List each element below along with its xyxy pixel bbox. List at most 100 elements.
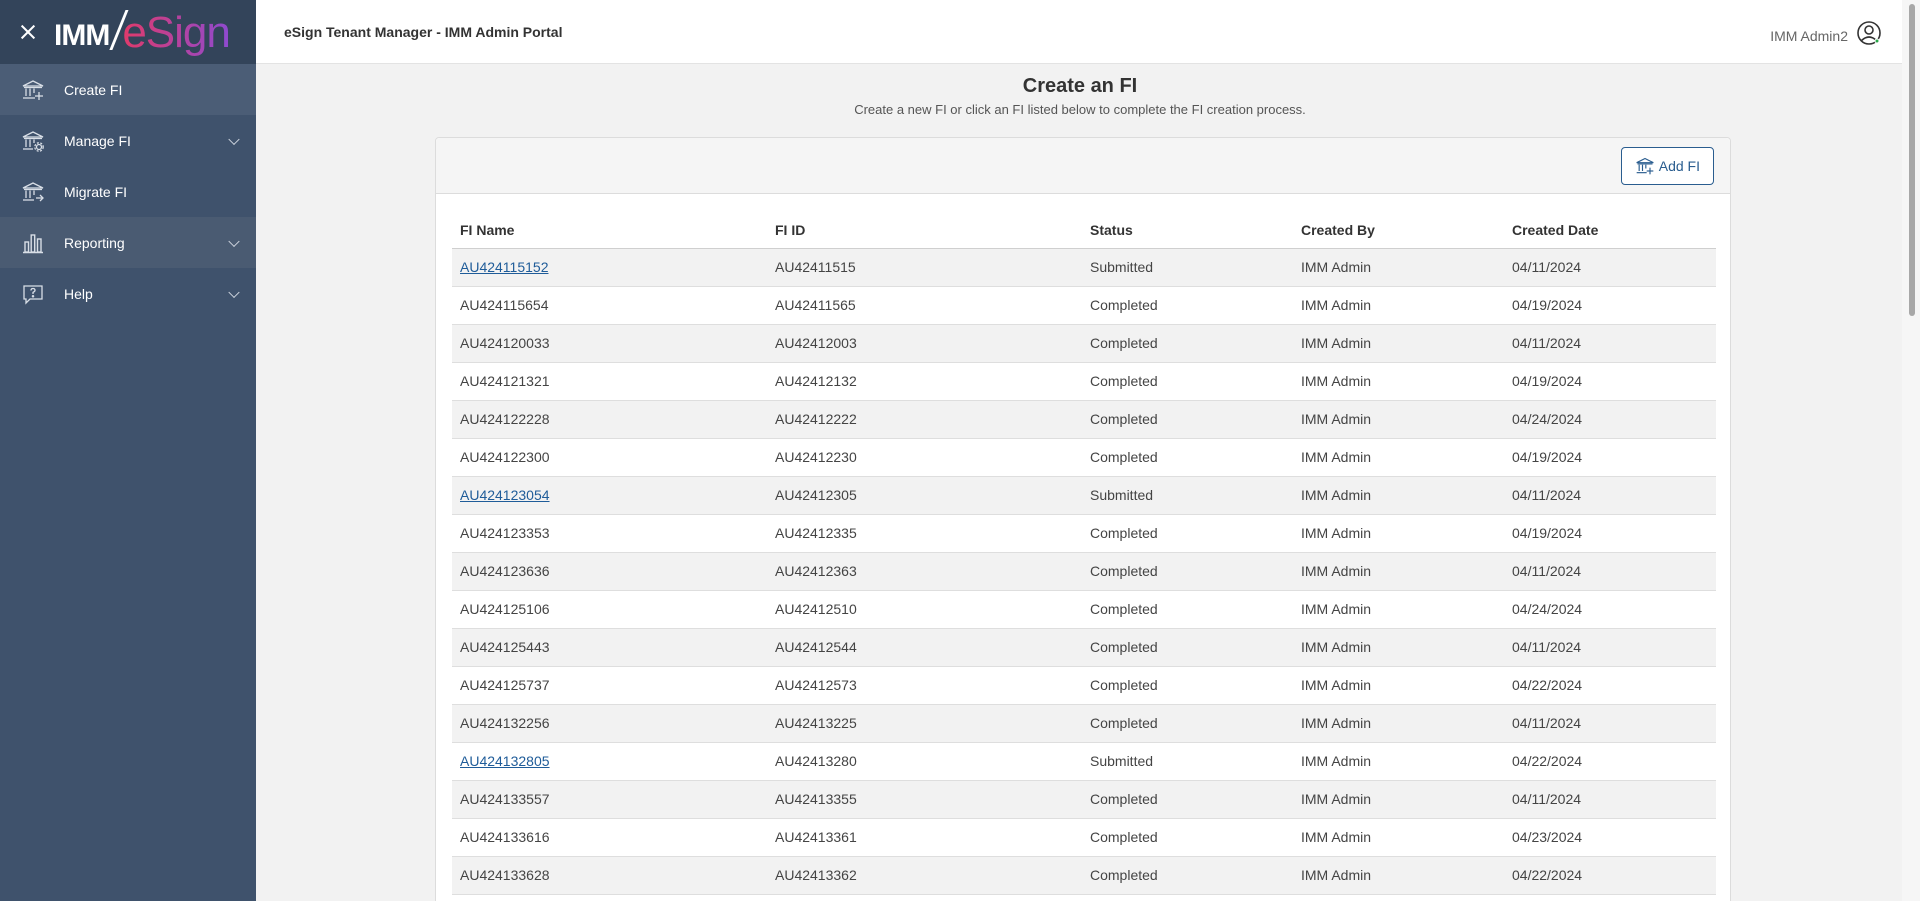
user-menu[interactable]: IMM Admin2	[1770, 20, 1882, 51]
cell-fi-id: AU42412363	[767, 552, 1082, 591]
cell-created-by: IMM Admin	[1293, 666, 1504, 705]
cell-status: Completed	[1082, 362, 1293, 401]
table-row[interactable]: AU424132805 AU42413280 Submitted IMM Admin 0…	[452, 742, 1716, 781]
cell-created-date: 04/11/2024	[1504, 704, 1716, 743]
cell-fi-id: AU42413225	[767, 704, 1082, 743]
cell-fi-name: AU424133616	[452, 818, 767, 857]
cell-created-by: IMM Admin	[1293, 628, 1504, 667]
table-header-row: FI Name FI ID Status Created By Created …	[452, 212, 1716, 249]
cell-fi-name: AU424122300	[452, 438, 767, 477]
user-avatar-icon[interactable]	[1856, 20, 1882, 51]
table-row: AU424122228 AU42412222 Completed IMM Admin 0…	[452, 400, 1716, 439]
table-row: AU424133557 AU42413355 Completed IMM Admin 0…	[452, 780, 1716, 819]
cell-created-by: IMM Admin	[1293, 248, 1504, 287]
cell-created-by: IMM Admin	[1293, 438, 1504, 477]
cell-created-date: 04/11/2024	[1504, 780, 1716, 819]
fi-list-card: Add FI FI Name FI ID Status Created By C…	[435, 137, 1731, 901]
cell-fi-id: AU42413361	[767, 818, 1082, 857]
cell-fi-id: AU42412305	[767, 476, 1082, 515]
cell-created-by: IMM Admin	[1293, 286, 1504, 325]
cell-created-by: IMM Admin	[1293, 552, 1504, 591]
cell-fi-id: AU42412230	[767, 438, 1082, 477]
chevron-down-icon	[228, 235, 240, 247]
cell-created-date: 04/19/2024	[1504, 286, 1716, 325]
table-row: AU424123636 AU42412363 Completed IMM Admin 0…	[452, 552, 1716, 591]
cell-fi-name: AU424115654	[452, 286, 767, 325]
cell-fi-id: AU42412335	[767, 514, 1082, 553]
sidebar-item-help[interactable]: Help	[0, 268, 256, 319]
column-header-fi-id[interactable]: FI ID	[767, 212, 1082, 249]
sidebar-item-manage-fi[interactable]: Manage FI	[0, 115, 256, 166]
fi-name-link[interactable]: AU424132805	[460, 753, 550, 769]
cell-created-by: IMM Admin	[1293, 818, 1504, 857]
table-row: AU424133628 AU42413362 Completed IMM Admin 0…	[452, 856, 1716, 895]
cell-fi-name: AU424123353	[452, 514, 767, 553]
fi-table: FI Name FI ID Status Created By Created …	[452, 212, 1716, 895]
fi-name-link[interactable]: AU424123054	[460, 487, 550, 503]
cell-created-date: 04/11/2024	[1504, 552, 1716, 591]
cell-status: Completed	[1082, 286, 1293, 325]
scrollbar-thumb[interactable]	[1909, 4, 1915, 316]
cell-created-date: 04/19/2024	[1504, 438, 1716, 477]
add-fi-button[interactable]: Add FI	[1620, 147, 1714, 185]
page-subtitle: Create a new FI or click an FI listed be…	[854, 102, 1306, 117]
column-header-status[interactable]: Status	[1082, 212, 1293, 249]
bank-arrow-icon	[20, 179, 46, 205]
table-row[interactable]: AU424115152 AU42411515 Submitted IMM Admin 0…	[452, 248, 1716, 287]
cell-created-date: 04/22/2024	[1504, 742, 1716, 781]
cell-fi-name: AU424132256	[452, 704, 767, 743]
cell-fi-name: AU424125737	[452, 666, 767, 705]
cell-status: Completed	[1082, 780, 1293, 819]
cell-created-by: IMM Admin	[1293, 362, 1504, 401]
cell-status: Submitted	[1082, 742, 1293, 781]
sidebar-item-migrate-fi[interactable]: Migrate FI	[0, 166, 256, 217]
cell-status: Completed	[1082, 628, 1293, 667]
sidebar-item-create-fi[interactable]: Create FI	[0, 64, 256, 115]
cell-status: Submitted	[1082, 476, 1293, 515]
cell-status: Completed	[1082, 514, 1293, 553]
cell-created-date: 04/11/2024	[1504, 628, 1716, 667]
cell-fi-id: AU42413280	[767, 742, 1082, 781]
card-toolbar: Add FI	[436, 138, 1730, 194]
cell-fi-name: AU424133557	[452, 780, 767, 819]
chevron-down-icon	[228, 286, 240, 298]
cell-created-date: 04/11/2024	[1504, 476, 1716, 515]
cell-fi-name: AU424120033	[452, 324, 767, 363]
cell-fi-id: AU42412222	[767, 400, 1082, 439]
page-scrollbar[interactable]	[1902, 0, 1920, 901]
sidebar-item-label: Reporting	[64, 234, 125, 251]
column-header-fi-name[interactable]: FI Name	[452, 212, 767, 249]
cell-fi-name: AU424123636	[452, 552, 767, 591]
table-row[interactable]: AU424123054 AU42412305 Submitted IMM Admin 0…	[452, 476, 1716, 515]
cell-status: Completed	[1082, 552, 1293, 591]
cell-status: Completed	[1082, 324, 1293, 363]
cell-created-date: 04/11/2024	[1504, 248, 1716, 287]
close-icon[interactable]	[20, 24, 36, 40]
fi-name-link[interactable]: AU424115152	[460, 259, 548, 275]
sidebar-item-label: Migrate FI	[64, 183, 128, 200]
app-title: eSign Tenant Manager - IMM Admin Portal	[284, 23, 563, 40]
table-row: AU424120033 AU42412003 Completed IMM Admin 0…	[452, 324, 1716, 363]
cell-created-by: IMM Admin	[1293, 476, 1504, 515]
table-body: AU424115152 AU42411515 Submitted IMM Admin 0…	[452, 248, 1716, 895]
cell-fi-name: AU424125106	[452, 590, 767, 629]
table-row: AU424121321 AU42412132 Completed IMM Admin 0…	[452, 362, 1716, 401]
cell-status: Completed	[1082, 818, 1293, 857]
cell-fi-id: AU42412544	[767, 628, 1082, 667]
cell-status: Completed	[1082, 856, 1293, 895]
cell-created-by: IMM Admin	[1293, 780, 1504, 819]
sidebar-item-reporting[interactable]: Reporting	[0, 217, 256, 268]
cell-created-date: 04/24/2024	[1504, 590, 1716, 629]
cell-fi-name: AU424125443	[452, 628, 767, 667]
table-row: AU424122300 AU42412230 Completed IMM Admin 0…	[452, 438, 1716, 477]
cell-fi-id: AU42412510	[767, 590, 1082, 629]
bar-chart-icon	[20, 230, 46, 256]
cell-fi-id: AU42412573	[767, 666, 1082, 705]
table-row: AU424115654 AU42411565 Completed IMM Admin 0…	[452, 286, 1716, 325]
sidebar-item-label: Manage FI	[64, 132, 131, 149]
column-header-created-by[interactable]: Created By	[1293, 212, 1504, 249]
cell-created-date: 04/24/2024	[1504, 400, 1716, 439]
cell-fi-name: AU424121321	[452, 362, 767, 401]
cell-status: Completed	[1082, 666, 1293, 705]
column-header-created-date[interactable]: Created Date	[1504, 212, 1716, 249]
